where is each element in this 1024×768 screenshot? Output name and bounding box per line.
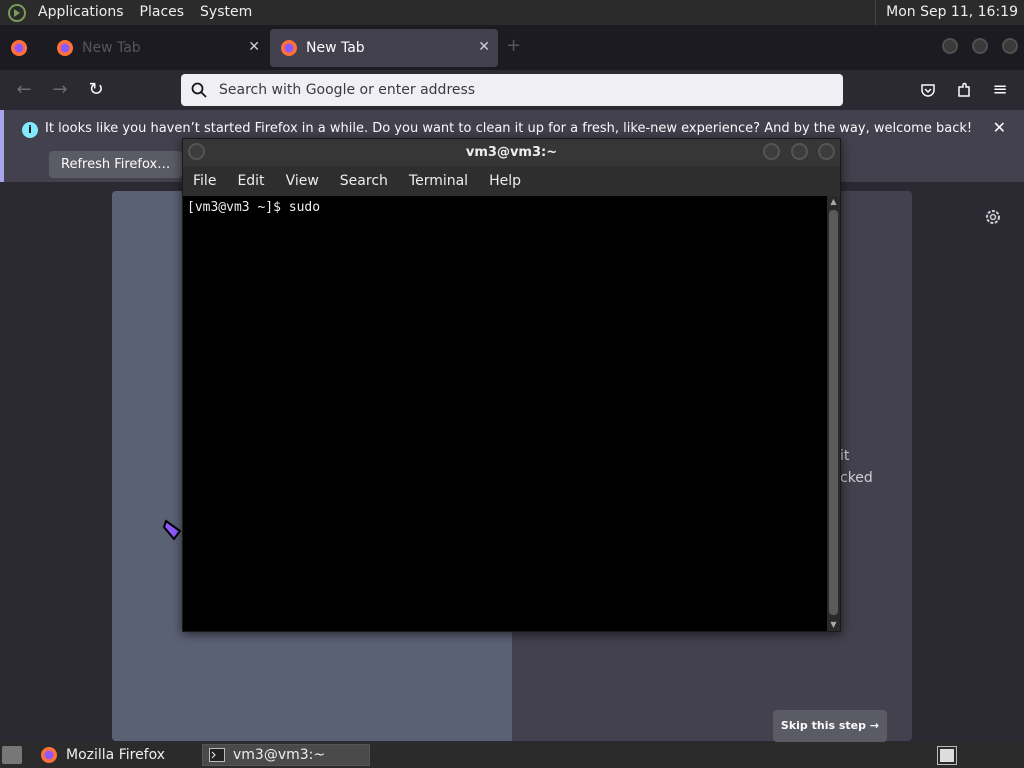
terminal-scrollbar[interactable]: ▲ ▼ [827,196,840,631]
firefox-icon [11,40,27,56]
terminal-window: vm3@vm3:~ File Edit View Search Terminal… [182,138,841,632]
new-tab-button[interactable]: + [506,35,521,56]
close-tab-icon[interactable]: ✕ [478,39,490,55]
address-bar[interactable] [181,74,843,106]
search-icon [191,82,207,98]
hamburger-menu-icon[interactable]: ≡ [988,78,1012,102]
taskbar-item-terminal[interactable]: vm3@vm3:~ [202,744,370,766]
applications-menu[interactable]: Applications [30,0,132,25]
terminal-icon [209,748,225,762]
taskbar-label: Mozilla Firefox [66,747,166,763]
minimize-window-button[interactable] [942,38,958,54]
close-button[interactable] [818,143,835,160]
notification-message: It looks like you haven’t started Firefo… [45,121,973,136]
address-input[interactable] [217,81,817,99]
back-arrow-icon[interactable]: ← [12,78,36,102]
menu-view[interactable]: View [286,173,319,189]
terminal-titlebar[interactable]: vm3@vm3:~ [183,139,840,166]
close-tab-icon[interactable]: ✕ [248,39,260,55]
scroll-up-icon[interactable]: ▲ [827,196,840,208]
tab-new-tab-active[interactable]: New Tab ✕ [270,29,498,67]
menu-file[interactable]: File [193,173,216,189]
terminal-menubar: File Edit View Search Terminal Help [183,166,840,196]
menu-search[interactable]: Search [340,173,388,189]
system-menu[interactable]: System [192,0,260,25]
firefox-icon [57,40,73,56]
skip-step-button[interactable]: Skip this step → [773,710,887,742]
pocket-icon[interactable] [920,82,936,98]
taskbar-label: vm3@vm3:~ [233,747,326,763]
gear-icon[interactable] [984,208,1002,226]
navigation-toolbar: ← → ↻ ≡ [0,70,1024,110]
extensions-icon[interactable] [956,82,972,98]
menu-edit[interactable]: Edit [237,173,264,189]
welcome-text-line: it [840,448,850,464]
terminal-output[interactable]: [vm3@vm3 ~]$ sudo [183,196,827,631]
gnome-foot-icon[interactable] [8,3,26,22]
tab-bar: New Tab ✕ New Tab ✕ + [0,25,1024,70]
window-menu-button[interactable] [188,143,205,160]
close-window-button[interactable] [1002,38,1018,54]
bottom-panel: Mozilla Firefox vm3@vm3:~ [0,742,1024,768]
workspace-switcher[interactable] [937,746,957,765]
show-desktop-icon[interactable] [2,746,22,764]
tab-label: New Tab [82,40,141,56]
terminal-title: vm3@vm3:~ [465,145,558,160]
info-icon: i [22,122,38,138]
clock[interactable]: Mon Sep 11, 16:19 [875,0,1018,25]
forward-arrow-icon[interactable]: → [48,78,72,102]
firefox-icon [281,40,297,56]
scrollbar-thumb[interactable] [829,210,838,615]
maximize-window-button[interactable] [972,38,988,54]
refresh-firefox-button[interactable]: Refresh Firefox… [49,151,183,178]
firefox-view-button[interactable] [6,29,36,67]
taskbar-item-firefox[interactable]: Mozilla Firefox [34,744,198,766]
top-panel: Applications Places System Mon Sep 11, 1… [0,0,1024,25]
menu-terminal[interactable]: Terminal [409,173,468,189]
scroll-down-icon[interactable]: ▼ [827,619,840,631]
tab-new-tab-background[interactable]: New Tab ✕ [48,29,268,67]
welcome-partial-text: it cked [840,445,873,489]
firefox-icon [41,747,57,763]
close-notification-icon[interactable]: ✕ [993,118,1006,137]
places-menu[interactable]: Places [132,0,193,25]
menu-help[interactable]: Help [489,173,521,189]
minimize-button[interactable] [763,143,780,160]
maximize-button[interactable] [791,143,808,160]
tab-label: New Tab [306,40,365,56]
welcome-text-line: cked [840,470,873,486]
reload-icon[interactable]: ↻ [84,78,108,102]
